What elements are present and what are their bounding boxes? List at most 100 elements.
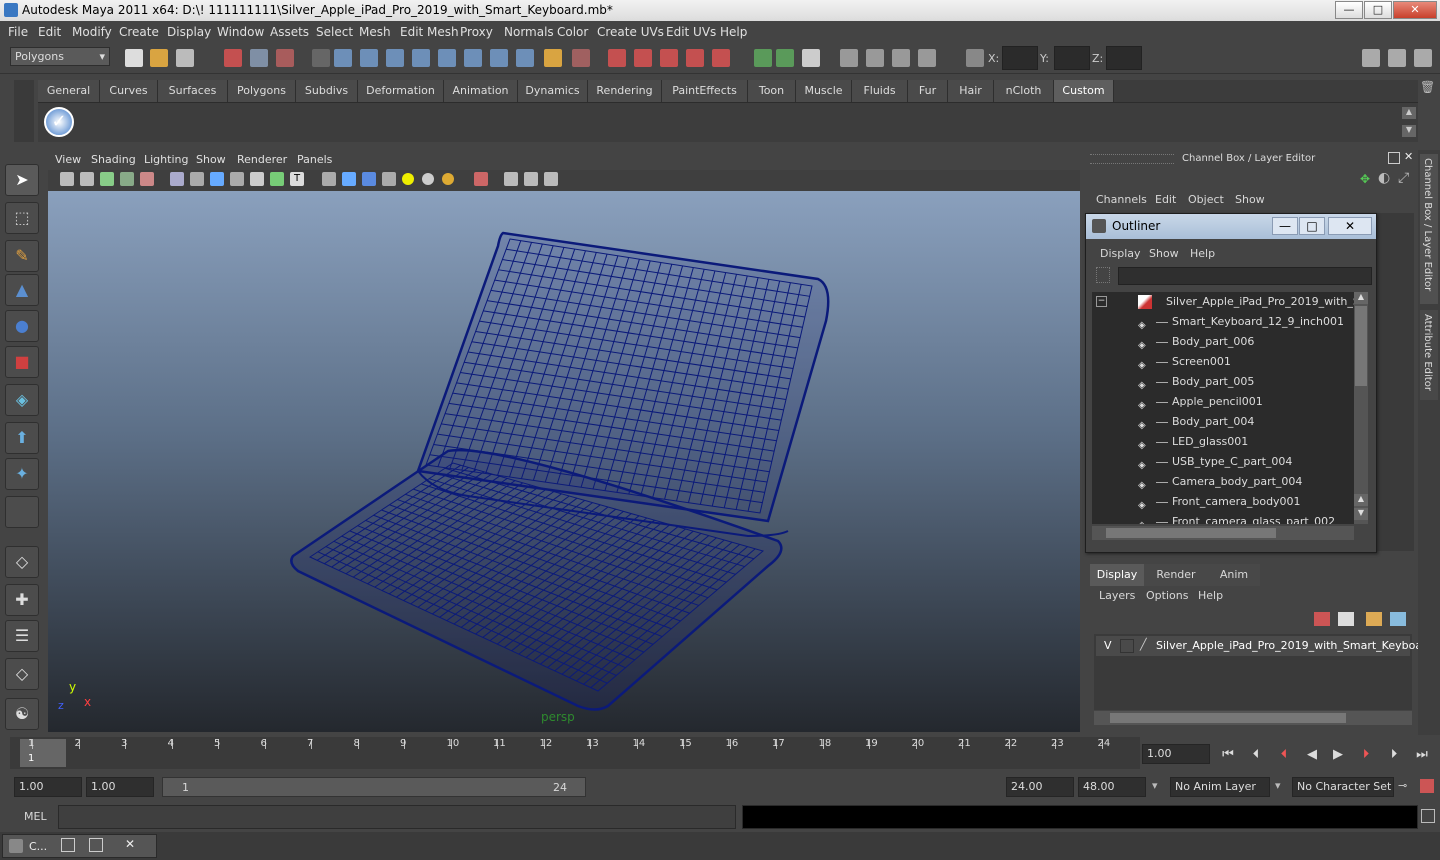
outliner-item[interactable]: ◈ Body_part_006 xyxy=(1092,332,1354,352)
selection-filter-icon[interactable] xyxy=(572,49,590,67)
menu-create[interactable]: Create xyxy=(119,25,159,39)
tab-custom[interactable]: Custom xyxy=(1054,80,1114,102)
select-tool-icon[interactable]: ➤ xyxy=(5,164,39,196)
tab-general[interactable]: General xyxy=(38,80,100,102)
make-live-icon[interactable] xyxy=(438,49,456,67)
go-to-start-icon[interactable]: ⏮ xyxy=(1218,745,1238,765)
tab-render[interactable]: Render xyxy=(1144,564,1208,586)
construction-icon[interactable] xyxy=(490,49,508,67)
menu-mesh[interactable]: Mesh xyxy=(359,25,391,39)
anim-layer-dropdown[interactable]: No Anim Layer xyxy=(1170,777,1270,797)
animation-preferences-icon[interactable] xyxy=(1420,779,1434,793)
new-scene-icon[interactable] xyxy=(125,49,143,67)
layer-horizontal-scrollbar[interactable] xyxy=(1094,711,1412,725)
checker-icon[interactable] xyxy=(382,172,396,186)
outliner-layout-icon[interactable]: ☰ xyxy=(5,620,39,652)
close-icon[interactable]: ✕ xyxy=(125,837,135,851)
maximize-button[interactable]: □ xyxy=(1364,1,1392,19)
share-icon[interactable] xyxy=(544,172,558,186)
viewport-menu-view[interactable]: View xyxy=(55,153,81,166)
tab-attribute-editor[interactable]: Attribute Editor xyxy=(1420,310,1438,400)
menu-edit[interactable]: Edit xyxy=(38,25,61,39)
new-layer-selected-icon[interactable] xyxy=(1390,612,1406,626)
checkmark-icon[interactable]: ✓ xyxy=(44,107,74,137)
text-icon[interactable]: T xyxy=(290,172,304,186)
camera-tools-icon[interactable] xyxy=(840,49,858,67)
menu-select[interactable]: Select xyxy=(316,25,353,39)
paint-select-tool-icon[interactable]: ✎ xyxy=(5,240,39,272)
camera-attributes-icon[interactable] xyxy=(60,172,74,186)
snap-curve-icon[interactable] xyxy=(360,49,378,67)
character-set-dropdown[interactable]: No Character Set xyxy=(1292,777,1394,797)
panel-grip[interactable] xyxy=(1090,154,1174,164)
tab-painteffects[interactable]: PaintEffects xyxy=(662,80,748,102)
outliner-horizontal-scrollbar[interactable] xyxy=(1092,526,1354,540)
snap-point-icon[interactable] xyxy=(386,49,404,67)
wireframe-on-shaded-icon[interactable] xyxy=(230,172,244,186)
outliner-item[interactable]: ◈ USB_type_C_part_004 xyxy=(1092,452,1354,472)
y-field[interactable] xyxy=(1054,46,1090,70)
show-manipulator-icon[interactable]: ✦ xyxy=(5,458,39,490)
menu-proxy[interactable]: Proxy xyxy=(460,25,493,39)
current-time-field[interactable]: 1.00 xyxy=(1142,744,1210,764)
tab-curves[interactable]: Curves xyxy=(100,80,158,102)
lock-icon[interactable] xyxy=(544,49,562,67)
all-lights-icon[interactable] xyxy=(362,172,376,186)
anim-layer-chevron-icon[interactable]: ▾ xyxy=(1152,779,1158,792)
outliner-item[interactable]: ◈ Body_part_004 xyxy=(1092,412,1354,432)
move-tool-icon[interactable]: ▲ xyxy=(5,274,39,306)
layer-row[interactable]: V ╱ Silver_Apple_iPad_Pro_2019_with_Smar… xyxy=(1096,636,1439,656)
menu-create-uvs[interactable]: Create UVs xyxy=(597,25,664,39)
open-scene-icon[interactable] xyxy=(150,49,168,67)
clapboard-icon[interactable] xyxy=(866,49,884,67)
tab-animation[interactable]: Animation xyxy=(444,80,518,102)
outliner-item[interactable]: ◈ Body_part_005 xyxy=(1092,372,1354,392)
scale-icon[interactable]: ⤢ xyxy=(1398,170,1409,186)
transform-mode-icon[interactable] xyxy=(966,49,984,67)
hypershade-layout-icon[interactable]: ☯ xyxy=(5,698,39,730)
rotate-tool-icon[interactable]: ● xyxy=(5,310,39,342)
history-icon[interactable] xyxy=(464,49,482,67)
step-back-icon[interactable]: ⏴ xyxy=(1246,745,1266,765)
render-view-icon[interactable] xyxy=(712,49,730,67)
menu-modify[interactable]: Modify xyxy=(72,25,112,39)
tab-hair[interactable]: Hair xyxy=(948,80,994,102)
step-back-key-icon[interactable]: ⏴ xyxy=(1274,745,1294,765)
menu-normals[interactable]: Normals xyxy=(504,25,554,39)
help-icon[interactable] xyxy=(516,49,534,67)
outliner-item[interactable]: ◈ Camera_body_part_004 xyxy=(1092,472,1354,492)
viewport-menu-show[interactable]: Show xyxy=(196,153,226,166)
layer-visibility-toggle[interactable]: V xyxy=(1104,639,1112,652)
time-slider[interactable]: 1 1 2 3 4 5 6 7 8 9 10 11 12 13 14 15 16 17 18 19 20 21 22 23 2… xyxy=(10,737,1140,769)
menu-color[interactable]: Color xyxy=(557,25,588,39)
outliner-item[interactable]: ◈ Front_camera_glass_part_002 xyxy=(1092,512,1354,524)
key-icon[interactable]: ⊸ xyxy=(1398,779,1407,792)
viewport-menu-renderer[interactable]: Renderer xyxy=(237,153,287,166)
tab-surfaces[interactable]: Surfaces xyxy=(158,80,228,102)
play-backward-icon[interactable]: ◀ xyxy=(1302,745,1322,765)
scroll-up-icon[interactable]: ▲ xyxy=(1354,292,1368,304)
lasso-tool-icon[interactable]: ⬚ xyxy=(5,202,39,234)
snap-plane-icon[interactable] xyxy=(412,49,430,67)
scroll-up-icon[interactable]: ▲ xyxy=(1354,494,1368,506)
command-input[interactable] xyxy=(58,805,736,829)
layer-color-swatch[interactable]: ╱ xyxy=(1140,638,1154,652)
image-plane-icon[interactable] xyxy=(100,172,114,186)
tab-anim[interactable]: Anim xyxy=(1208,564,1260,586)
menu-edit-uvs[interactable]: Edit UVs xyxy=(666,25,716,39)
select-hierarchy-icon[interactable] xyxy=(224,49,242,67)
default-lighting-icon[interactable] xyxy=(342,172,356,186)
outliner-search-input[interactable] xyxy=(1118,267,1372,285)
close-panel-icon[interactable]: ✕ xyxy=(1404,151,1416,163)
x-field[interactable] xyxy=(1002,46,1038,70)
outliner-vertical-scrollbar[interactable]: ▲ ▲ ▼ xyxy=(1354,292,1368,524)
outliner-root-item[interactable]: − Silver_Apple_iPad_Pro_2019_with_Sma xyxy=(1092,292,1354,312)
select-object-icon[interactable] xyxy=(250,49,268,67)
end-time-field[interactable]: 48.00 xyxy=(1078,777,1146,797)
viewport-menu-shading[interactable]: Shading xyxy=(91,153,136,166)
layer-help-menu[interactable]: Help xyxy=(1198,589,1223,602)
sidebar-toggle-icon[interactable] xyxy=(802,49,820,67)
tab-toon[interactable]: Toon xyxy=(748,80,796,102)
shelf-scroll-up-icon[interactable]: ▲ xyxy=(1402,107,1416,119)
high-quality-icon[interactable] xyxy=(442,173,454,185)
